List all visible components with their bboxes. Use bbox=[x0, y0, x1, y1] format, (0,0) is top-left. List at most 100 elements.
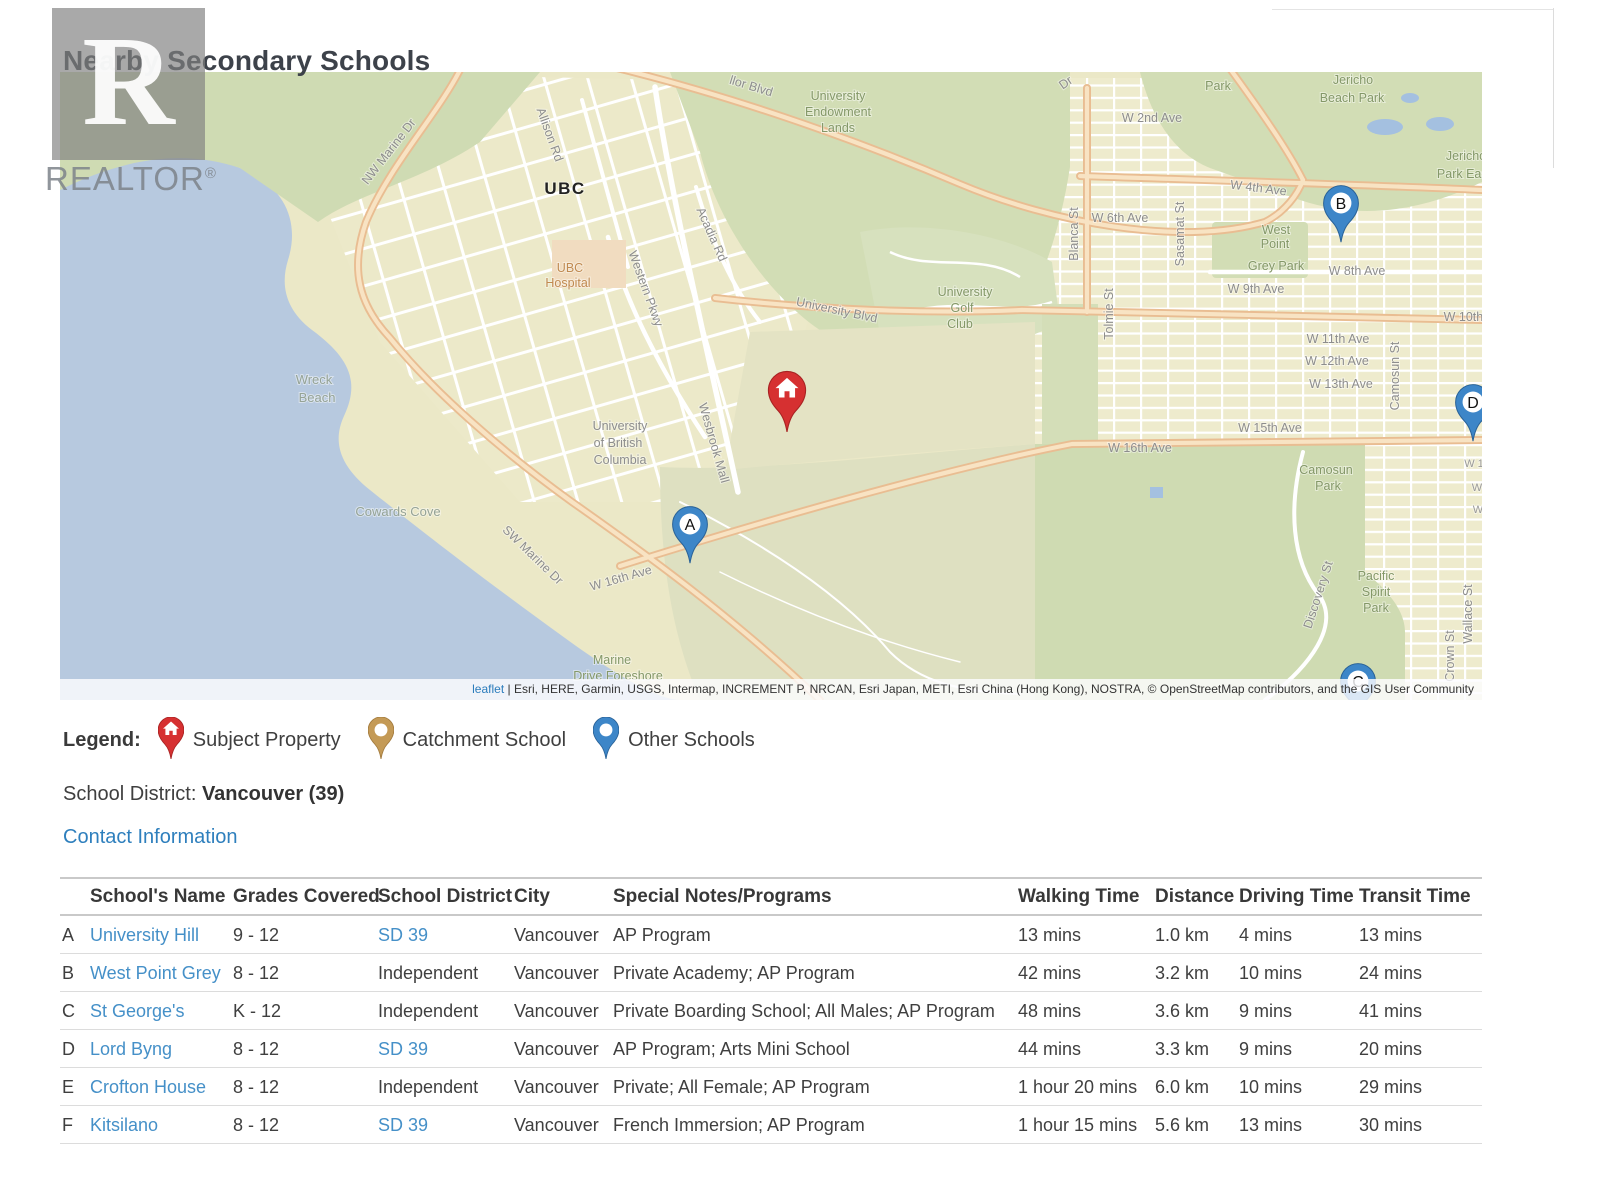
map-label: Park bbox=[1205, 79, 1231, 93]
school-district-link[interactable]: SD 39 bbox=[378, 1039, 428, 1059]
schools-column-header: School's Name bbox=[88, 878, 231, 915]
driving-time-cell: 10 mins bbox=[1237, 954, 1357, 992]
school-district-link-cell: SD 39 bbox=[376, 1106, 512, 1144]
map-label: Grey Park bbox=[1248, 259, 1305, 273]
map-label: Hospital bbox=[545, 276, 590, 290]
map-label: Camosun St bbox=[1388, 341, 1402, 410]
school-district-cell: Independent bbox=[376, 954, 512, 992]
legend-item-subject-property: Subject Property bbox=[158, 720, 341, 760]
map-label: Club bbox=[947, 317, 973, 331]
map-label: Columbia bbox=[594, 453, 647, 467]
distance-cell: 1.0 km bbox=[1153, 915, 1237, 954]
map-label: of British bbox=[594, 436, 643, 450]
driving-time-cell: 4 mins bbox=[1237, 915, 1357, 954]
school-district-link-cell: SD 39 bbox=[376, 915, 512, 954]
map-label: W 8th Ave bbox=[1329, 264, 1386, 278]
map-canvas: UBCUBCHospitalWreckBeachCowards CoveUniv… bbox=[60, 72, 1482, 700]
map-label: UBC bbox=[544, 179, 585, 198]
school-district-link[interactable]: SD 39 bbox=[378, 925, 428, 945]
schools-table: School's NameGrades CoveredSchool Distri… bbox=[60, 877, 1482, 1144]
school-name-link-cell: Lord Byng bbox=[88, 1030, 231, 1068]
map-label: Lands bbox=[821, 121, 855, 135]
distance-cell: 3.2 km bbox=[1153, 954, 1237, 992]
school-name-link[interactable]: Kitsilano bbox=[90, 1115, 158, 1135]
row-marker-letter: B bbox=[60, 954, 88, 992]
pin-letter: B bbox=[1336, 196, 1347, 213]
city-cell: Vancouver bbox=[512, 954, 611, 992]
walking-time-cell: 48 mins bbox=[1016, 992, 1153, 1030]
distance-cell: 3.6 km bbox=[1153, 992, 1237, 1030]
special-notes-cell: Private Academy; AP Program bbox=[611, 954, 1016, 992]
map-label: University bbox=[593, 419, 649, 433]
map-label: Jericho bbox=[1446, 149, 1482, 163]
school-name-link[interactable]: Crofton House bbox=[90, 1077, 206, 1097]
school-district-cell: Independent bbox=[376, 1068, 512, 1106]
city-cell: Vancouver bbox=[512, 1068, 611, 1106]
row-marker-letter: D bbox=[60, 1030, 88, 1068]
school-district-cell: Independent bbox=[376, 992, 512, 1030]
schools-column-header bbox=[60, 878, 88, 915]
map-label: University bbox=[811, 89, 867, 103]
row-marker-letter: F bbox=[60, 1106, 88, 1144]
city-cell: Vancouver bbox=[512, 915, 611, 954]
map-label: Pacific bbox=[1358, 569, 1395, 583]
school-district-link[interactable]: SD 39 bbox=[378, 1115, 428, 1135]
map-label: W 6th Ave bbox=[1092, 211, 1149, 225]
schools-table-row: FKitsilano8 - 12SD 39VancouverFrench Imm… bbox=[60, 1106, 1482, 1144]
schools-table-row: CSt George'sK - 12IndependentVancouverPr… bbox=[60, 992, 1482, 1030]
grades-covered-cell: 8 - 12 bbox=[231, 954, 376, 992]
grades-covered-cell: 8 - 12 bbox=[231, 1030, 376, 1068]
school-name-link-cell: West Point Grey bbox=[88, 954, 231, 992]
map-label: Jericho bbox=[1333, 73, 1373, 87]
map-label: W 13th Ave bbox=[1309, 377, 1373, 391]
attribution-text: | Esri, HERE, Garmin, USGS, Intermap, IN… bbox=[504, 682, 1474, 696]
contact-information-link[interactable]: Contact Information bbox=[63, 826, 238, 849]
school-name-link-cell: Kitsilano bbox=[88, 1106, 231, 1144]
map-label: W 2nd Ave bbox=[1122, 111, 1182, 125]
walking-time-cell: 42 mins bbox=[1016, 954, 1153, 992]
map-label: Sasamat St bbox=[1173, 201, 1187, 266]
school-name-link[interactable]: St George's bbox=[90, 1001, 184, 1021]
map-label: Wallace St bbox=[1461, 584, 1475, 644]
special-notes-cell: Private; All Female; AP Program bbox=[611, 1068, 1016, 1106]
walking-time-cell: 1 hour 20 mins bbox=[1016, 1068, 1153, 1106]
school-name-link[interactable]: Lord Byng bbox=[90, 1039, 172, 1059]
schools-column-header: Distance bbox=[1153, 878, 1237, 915]
schools-table-row: DLord Byng8 - 12SD 39VancouverAP Program… bbox=[60, 1030, 1482, 1068]
map-label: W 9th Ave bbox=[1228, 282, 1285, 296]
school-name-link[interactable]: West Point Grey bbox=[90, 963, 221, 983]
map-label: Point bbox=[1261, 237, 1290, 251]
map-label: Blanca St bbox=[1067, 207, 1081, 261]
legend-label-subject: Subject Property bbox=[193, 729, 341, 752]
foreshore-scrub bbox=[660, 444, 1035, 700]
map-label: Beach Park bbox=[1320, 91, 1385, 105]
walking-time-cell: 44 mins bbox=[1016, 1030, 1153, 1068]
special-notes-cell: AP Program; Arts Mini School bbox=[611, 1030, 1016, 1068]
map-label: Tolmie St bbox=[1102, 288, 1116, 340]
transit-time-cell: 20 mins bbox=[1357, 1030, 1482, 1068]
map-label: W 15th Ave bbox=[1238, 421, 1302, 435]
leaflet-link[interactable]: leaflet bbox=[472, 682, 504, 696]
schools-map[interactable]: UBCUBCHospitalWreckBeachCowards CoveUniv… bbox=[60, 72, 1482, 700]
map-label: Spirit bbox=[1362, 585, 1391, 599]
map-label: Park bbox=[1363, 601, 1389, 615]
transit-time-cell: 24 mins bbox=[1357, 954, 1482, 992]
page-title: Nearby Secondary Schools bbox=[63, 45, 430, 77]
grades-covered-cell: 9 - 12 bbox=[231, 915, 376, 954]
distance-cell: 5.6 km bbox=[1153, 1106, 1237, 1144]
pin-letter: A bbox=[685, 517, 696, 534]
schools-column-header: Walking Time bbox=[1016, 878, 1153, 915]
map-label: W bbox=[1473, 504, 1482, 516]
map-label: Camosun bbox=[1299, 463, 1353, 477]
schools-column-header: Driving Time bbox=[1237, 878, 1357, 915]
school-name-link[interactable]: University Hill bbox=[90, 925, 199, 945]
schools-table-wrap: School's NameGrades CoveredSchool Distri… bbox=[60, 877, 1482, 1144]
school-name-link-cell: Crofton House bbox=[88, 1068, 231, 1106]
row-marker-letter: C bbox=[60, 992, 88, 1030]
schools-column-header: Grades Covered bbox=[231, 878, 376, 915]
schools-column-header: Special Notes/Programs bbox=[611, 878, 1016, 915]
map-label: W 10th Av bbox=[1444, 310, 1482, 324]
map-label: Crown St bbox=[1443, 630, 1457, 682]
map-label: Golf bbox=[951, 301, 974, 315]
school-district-line: School District: Vancouver (39) bbox=[63, 783, 344, 806]
